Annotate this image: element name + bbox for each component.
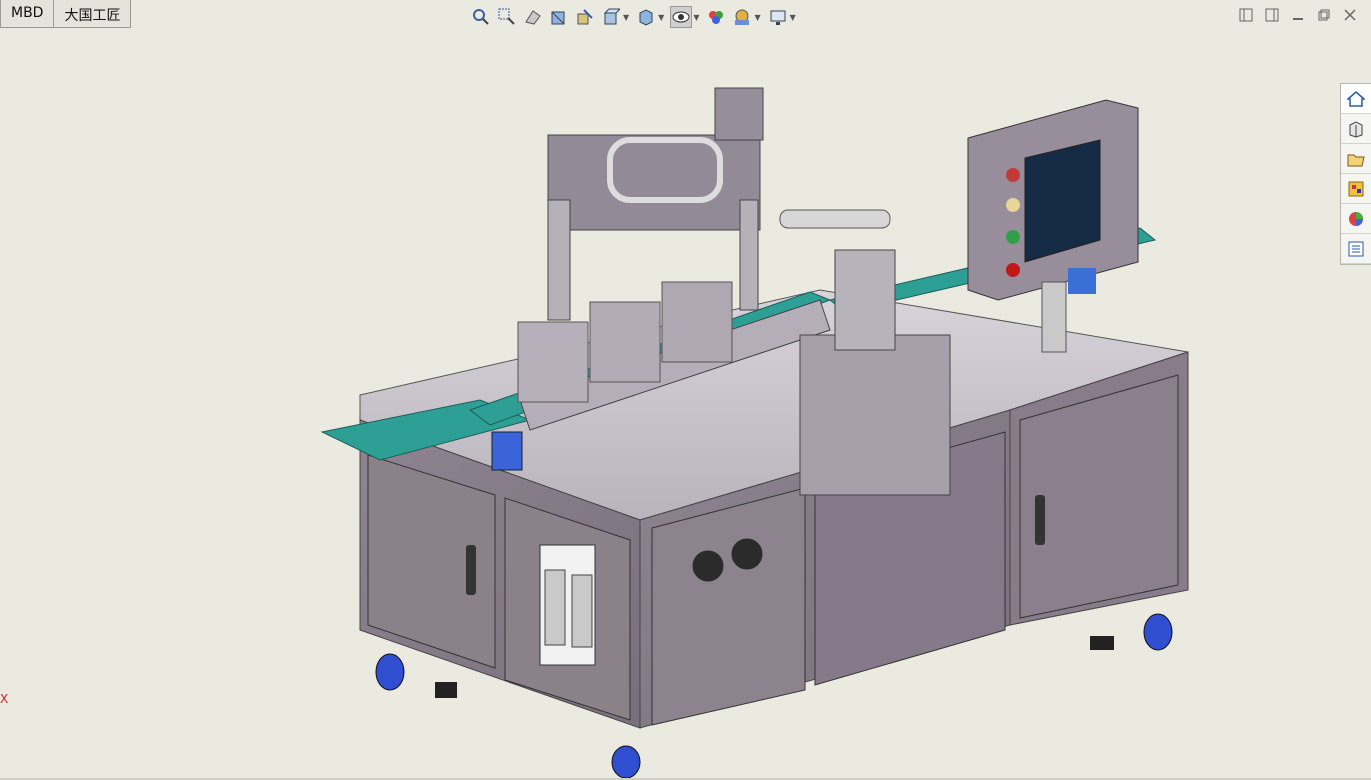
tab-master-craftsman[interactable]: 大国工匠 [54,0,132,28]
graphics-viewport[interactable] [0,0,1371,780]
task-pane-tabs [1340,83,1371,265]
file-explorer-icon[interactable] [1341,144,1371,174]
tile-right-icon[interactable] [1263,6,1281,24]
window-controls [1229,6,1359,24]
hide-show-items-icon[interactable] [670,6,693,28]
section-view-icon[interactable] [548,6,570,28]
close-icon[interactable] [1341,6,1359,24]
zoom-to-area-icon[interactable] [496,6,518,28]
apply-scene-icon[interactable] [731,6,753,28]
view-orientation-icon[interactable] [600,6,622,28]
appearances-icon[interactable] [1341,204,1371,234]
tab-mbd[interactable]: MBD [0,0,55,28]
configuration-tabs: MBD 大国工匠 [0,0,132,28]
custom-properties-icon[interactable] [1341,234,1371,264]
tile-left-icon[interactable] [1237,6,1255,24]
dynamic-annotation-icon[interactable] [574,6,596,28]
previous-view-icon[interactable] [522,6,544,28]
view-settings-icon[interactable] [767,6,789,28]
edit-appearance-icon[interactable] [705,6,727,28]
reference-triad-x-label: X [0,692,9,706]
machine-model[interactable] [320,87,1189,779]
view-palette-icon[interactable] [1341,174,1371,204]
zoom-to-fit-icon[interactable] [470,6,492,28]
display-style-icon[interactable] [635,6,657,28]
heads-up-view-toolbar: ▼ ▼ ▼ ▼ ▼ [470,6,802,28]
minimize-icon[interactable] [1289,6,1307,24]
design-library-icon[interactable] [1341,114,1371,144]
home-icon[interactable] [1341,84,1371,114]
restore-icon[interactable] [1315,6,1333,24]
